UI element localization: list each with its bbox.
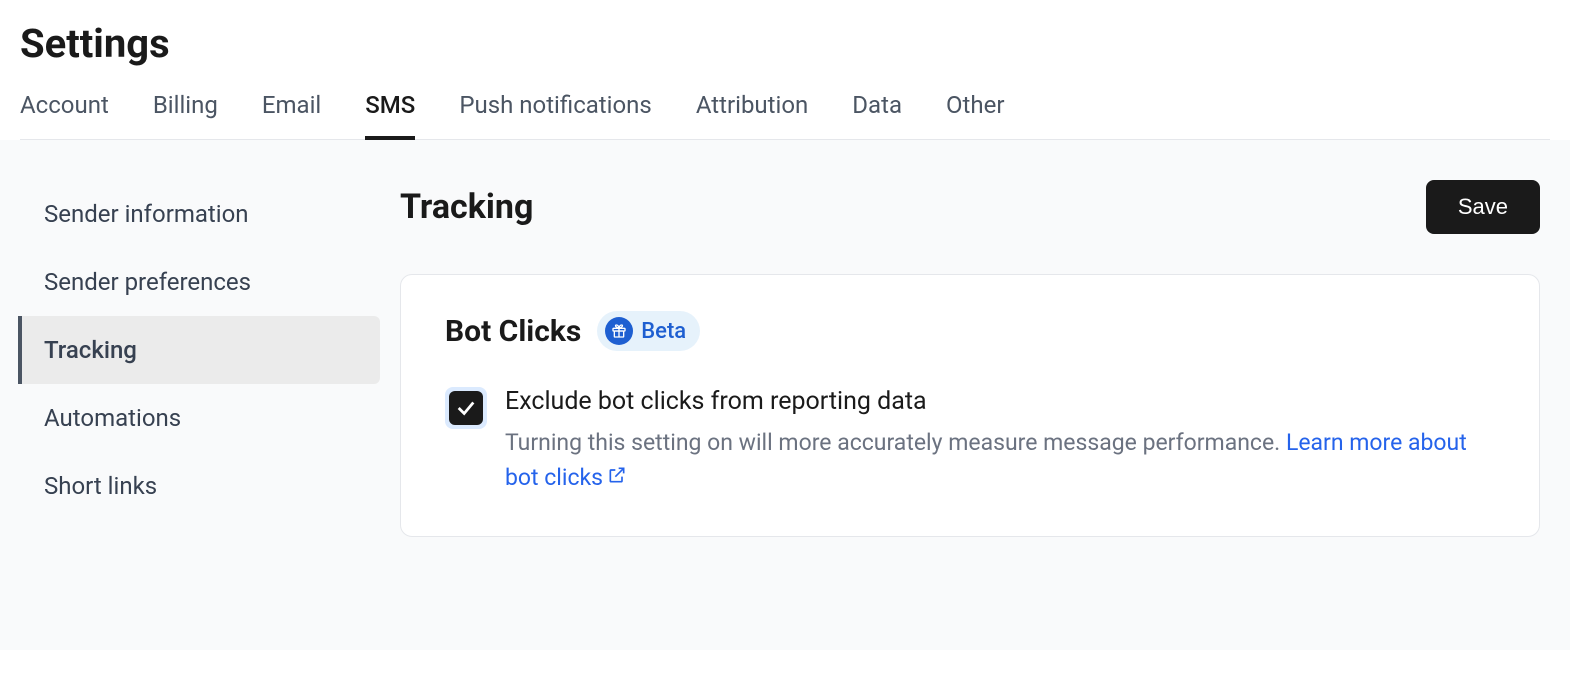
main: Tracking Save Bot Clicks B xyxy=(400,180,1570,650)
save-button[interactable]: Save xyxy=(1426,180,1540,234)
tab-email[interactable]: Email xyxy=(262,91,321,139)
sidebar-item-sender-preferences[interactable]: Sender preferences xyxy=(18,248,380,316)
tab-other[interactable]: Other xyxy=(946,91,1004,139)
tab-attribution[interactable]: Attribution xyxy=(696,91,808,139)
checkbox-row: Exclude bot clicks from reporting data T… xyxy=(445,387,1495,496)
bot-clicks-card: Bot Clicks Beta xyxy=(400,274,1540,537)
external-link-icon xyxy=(607,461,627,496)
check-icon xyxy=(455,397,477,419)
tab-push-notifications[interactable]: Push notifications xyxy=(459,91,652,139)
tabs: Account Billing Email SMS Push notificat… xyxy=(20,91,1550,140)
main-header: Tracking Save xyxy=(400,180,1540,234)
checkbox-description: Turning this setting on will more accura… xyxy=(505,426,1495,496)
exclude-bot-clicks-checkbox[interactable] xyxy=(449,391,483,425)
beta-badge: Beta xyxy=(597,311,700,351)
checkbox-focus-ring xyxy=(445,387,487,429)
header: Settings Account Billing Email SMS Push … xyxy=(0,0,1570,140)
tab-account[interactable]: Account xyxy=(20,91,109,139)
body: Sender information Sender preferences Tr… xyxy=(0,140,1570,650)
sidebar: Sender information Sender preferences Tr… xyxy=(0,180,400,650)
checkbox-content: Exclude bot clicks from reporting data T… xyxy=(505,387,1495,496)
gift-icon xyxy=(605,317,633,345)
section-title: Tracking xyxy=(400,187,533,227)
sidebar-item-automations[interactable]: Automations xyxy=(18,384,380,452)
beta-label: Beta xyxy=(641,319,686,344)
description-text: Turning this setting on will more accura… xyxy=(505,429,1286,456)
tab-data[interactable]: Data xyxy=(852,91,902,139)
sidebar-item-sender-information[interactable]: Sender information xyxy=(18,180,380,248)
tab-billing[interactable]: Billing xyxy=(153,91,218,139)
tab-sms[interactable]: SMS xyxy=(365,91,415,139)
page-title: Settings xyxy=(20,20,1550,67)
card-title: Bot Clicks xyxy=(445,314,581,349)
checkbox-label: Exclude bot clicks from reporting data xyxy=(505,387,1495,416)
sidebar-item-tracking[interactable]: Tracking xyxy=(18,316,380,384)
sidebar-item-short-links[interactable]: Short links xyxy=(18,452,380,520)
card-title-row: Bot Clicks Beta xyxy=(445,311,1495,351)
